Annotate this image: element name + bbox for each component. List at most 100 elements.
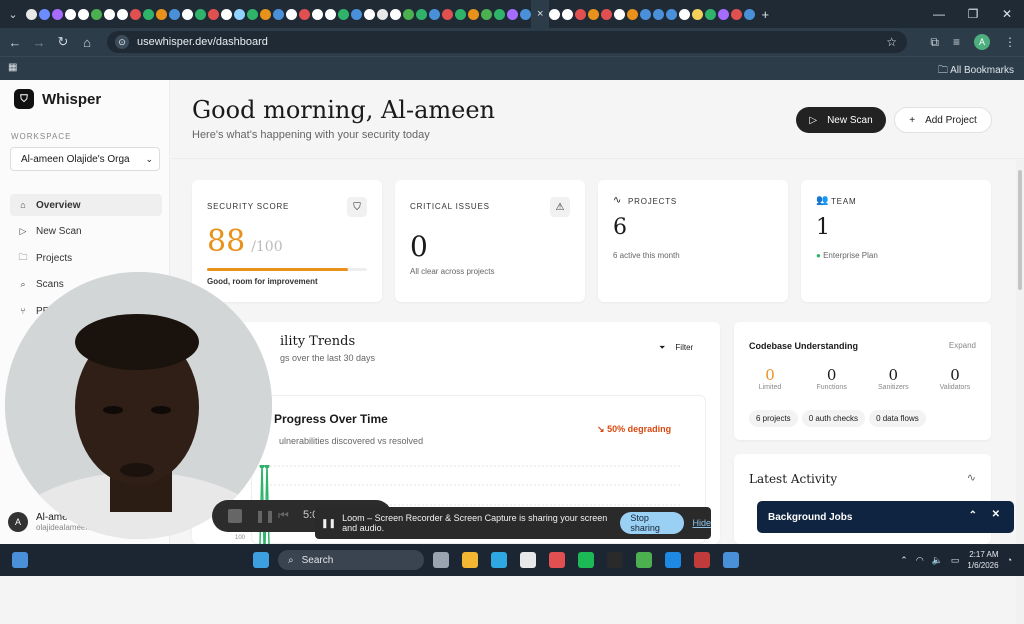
tab-favicon-icon[interactable] (65, 8, 76, 20)
data-point[interactable] (264, 465, 270, 469)
filter-button[interactable]: ⏷ Filter (659, 343, 693, 353)
taskbar-app-icon[interactable] (520, 552, 536, 568)
wifi-icon[interactable]: ◠ (916, 555, 924, 566)
tab-favicon-icon[interactable] (549, 8, 561, 20)
tab-favicon-icon[interactable] (416, 8, 427, 20)
extensions-icon[interactable]: ⧉ (930, 35, 939, 50)
taskbar-app-icon[interactable] (723, 552, 739, 568)
tab-favicon-icon[interactable] (39, 8, 50, 20)
taskbar-app-icon[interactable] (462, 552, 478, 568)
tab-favicon-icon[interactable] (520, 8, 531, 20)
sidebar-item-new-scan[interactable]: ▷ New Scan (10, 221, 162, 243)
tab-favicon-icon[interactable] (494, 8, 505, 20)
tab-favicon-icon[interactable] (468, 8, 479, 20)
url-bar[interactable]: ⊙ usewhisper.dev/dashboard ☆ (107, 31, 907, 53)
tab-favicon-icon[interactable] (575, 8, 587, 20)
tab-favicon-icon[interactable] (260, 8, 271, 20)
tab-favicon-icon[interactable] (299, 8, 310, 20)
tab-favicon-icon[interactable] (601, 8, 613, 20)
expand-button[interactable]: Expand (949, 341, 976, 350)
tab-favicon-icon[interactable] (481, 8, 492, 20)
stop-record-icon[interactable] (228, 509, 242, 523)
tab-favicon-icon[interactable] (429, 8, 440, 20)
tab-favicon-icon[interactable] (156, 8, 167, 20)
tab-favicon-icon[interactable] (234, 8, 245, 20)
scrollbar-thumb[interactable] (1018, 170, 1022, 290)
start-icon[interactable] (253, 552, 269, 568)
tab-favicon-icon[interactable] (377, 8, 388, 20)
forward-icon[interactable]: → (27, 35, 51, 50)
workspace-select[interactable]: Al-ameen Olajide's Orga ⌄ (10, 147, 160, 171)
tab-favicon-icon[interactable] (312, 8, 323, 20)
tab-favicon-icon[interactable] (26, 8, 37, 20)
pause-icon[interactable]: ❚❚ (255, 509, 275, 523)
tab-favicon-icon[interactable] (221, 8, 232, 20)
tab-favicon-icon[interactable] (182, 8, 193, 20)
tab-favicon-icon[interactable] (507, 8, 518, 20)
data-point[interactable] (259, 465, 265, 469)
back-icon[interactable]: ← (3, 35, 27, 50)
all-bookmarks[interactable]: 🗀 All Bookmarks (938, 63, 1014, 80)
bookmark-star-icon[interactable]: ☆ (886, 35, 897, 49)
home-icon[interactable]: ⌂ (75, 35, 99, 50)
tab-favicon-icon[interactable] (247, 8, 258, 20)
tab-favicon-icon[interactable] (588, 8, 600, 20)
tab-favicon-icon[interactable] (627, 8, 639, 20)
site-info-icon[interactable]: ⊙ (115, 35, 129, 49)
tab-search-chevron-icon[interactable]: ⌄ (0, 8, 26, 21)
apps-grid-icon[interactable]: ▦ (8, 62, 17, 73)
new-scan-button[interactable]: ▷ New Scan (796, 107, 886, 133)
taskbar-search[interactable]: ⌕ Search (278, 550, 424, 570)
tab-favicon-icon[interactable] (442, 8, 453, 20)
sidebar-item-overview[interactable]: ⌂ Overview (10, 194, 162, 216)
tab-favicon-icon[interactable] (286, 8, 297, 20)
media-icon[interactable]: ≡ (953, 35, 960, 49)
restore-icon[interactable]: ❐ (956, 7, 990, 21)
pinned-tabs[interactable] (26, 0, 531, 28)
profile-avatar[interactable]: A (974, 34, 990, 50)
taskbar-app-icon[interactable] (578, 552, 594, 568)
tab-favicon-icon[interactable] (143, 8, 154, 20)
tab-favicon-icon[interactable] (351, 8, 362, 20)
reload-icon[interactable]: ↻ (51, 34, 75, 50)
tab-favicon-icon[interactable] (744, 8, 756, 20)
tab-favicon-icon[interactable] (718, 8, 730, 20)
more-tabs[interactable] (549, 0, 756, 28)
close-icon[interactable]: ✕ (992, 509, 1000, 520)
close-window-icon[interactable]: ✕ (990, 7, 1024, 21)
minimize-icon[interactable]: — (922, 7, 956, 21)
taskbar-app-icon[interactable] (433, 552, 449, 568)
tab-favicon-icon[interactable] (705, 8, 717, 20)
taskbar-app-icon[interactable] (607, 552, 623, 568)
tab-favicon-icon[interactable] (679, 8, 691, 20)
tab-favicon-icon[interactable] (390, 8, 401, 20)
tab-favicon-icon[interactable] (117, 8, 128, 20)
tab-favicon-icon[interactable] (364, 8, 375, 20)
restart-icon[interactable]: ⏮ (278, 508, 289, 523)
chevron-up-icon[interactable]: ⌃ (969, 510, 977, 521)
taskbar-app-icon[interactable] (549, 552, 565, 568)
clock[interactable]: 2:17 AM 1/6/2026 (967, 549, 998, 571)
menu-icon[interactable]: ⋮ (1004, 35, 1016, 49)
tab-favicon-icon[interactable] (195, 8, 206, 20)
tray-chevron-icon[interactable]: ⌃ (900, 555, 908, 566)
tab-favicon-icon[interactable] (104, 8, 115, 20)
taskbar-app-icon[interactable] (665, 552, 681, 568)
tab-favicon-icon[interactable] (666, 8, 678, 20)
app-logo[interactable]: ⛉ Whisper (14, 89, 101, 109)
tab-favicon-icon[interactable] (455, 8, 466, 20)
tab-favicon-icon[interactable] (692, 8, 704, 20)
widgets-icon[interactable] (12, 552, 28, 568)
tab-favicon-icon[interactable] (130, 8, 141, 20)
add-project-button[interactable]: + Add Project (894, 107, 992, 133)
tab-favicon-icon[interactable] (338, 8, 349, 20)
tab-favicon-icon[interactable] (403, 8, 414, 20)
battery-icon[interactable]: ▭ (951, 555, 960, 566)
sidebar-item-projects[interactable]: 🗀 Projects (10, 247, 162, 269)
volume-icon[interactable]: 🔈 (932, 555, 943, 566)
tab-favicon-icon[interactable] (273, 8, 284, 20)
tab-favicon-icon[interactable] (208, 8, 219, 20)
taskbar-app-icon[interactable] (694, 552, 710, 568)
tab-favicon-icon[interactable] (653, 8, 665, 20)
tab-favicon-icon[interactable] (169, 8, 180, 20)
